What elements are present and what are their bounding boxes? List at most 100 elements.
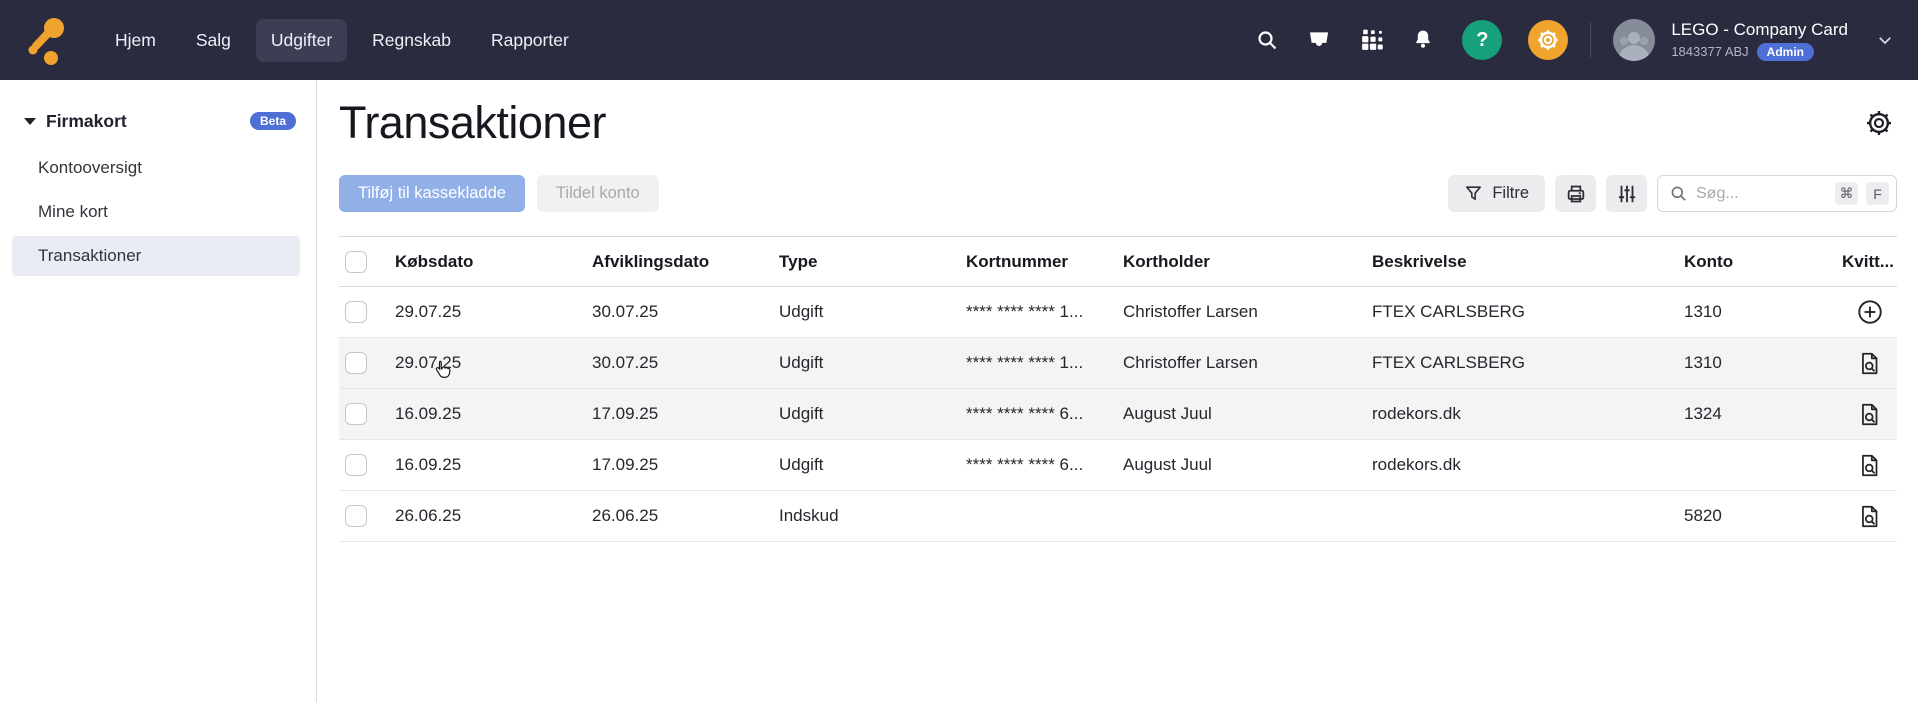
cell-kortnummer: **** **** **** 6... — [966, 455, 1123, 475]
column-header[interactable]: Afviklingsdato — [592, 252, 779, 272]
table-header-row: KøbsdatoAfviklingsdatoTypeKortnummerKort… — [339, 237, 1897, 287]
table-settings-gear-icon[interactable] — [1861, 105, 1897, 141]
settings-button[interactable] — [1528, 20, 1568, 60]
admin-badge: Admin — [1757, 43, 1814, 61]
column-header[interactable]: Type — [779, 252, 966, 272]
cell-type: Udgift — [779, 302, 966, 322]
sidebar-item-transaktioner[interactable]: Transaktioner — [12, 236, 300, 276]
view-receipt-icon[interactable] — [1857, 452, 1883, 479]
table-row[interactable]: 29.07.2530.07.25Udgift**** **** **** 1..… — [339, 338, 1897, 389]
shortcut-modifier-key: ⌘ — [1835, 182, 1858, 205]
cell-kobsdato: 16.09.25 — [395, 455, 592, 475]
beta-badge: Beta — [250, 112, 296, 130]
account-avatar[interactable] — [1613, 19, 1655, 61]
table-row[interactable]: 29.07.2530.07.25Udgift**** **** **** 1..… — [339, 287, 1897, 338]
sidebar-section-label: Firmakort — [46, 111, 250, 132]
main-nav: HjemSalgUdgifterRegnskabRapporter — [100, 19, 584, 62]
column-header[interactable]: Købsdato — [395, 252, 592, 272]
sidebar-items: KontooversigtMine kortTransaktioner — [0, 148, 316, 278]
account-info[interactable]: LEGO - Company Card 1843377 ABJ Admin — [1671, 20, 1848, 61]
cell-type: Indskud — [779, 506, 966, 526]
add-to-cashbook-button[interactable]: Tilføj til kassekladde — [339, 175, 525, 212]
filter-button[interactable]: Filtre — [1448, 175, 1545, 212]
select-all-checkbox[interactable] — [345, 251, 367, 273]
row-checkbox[interactable] — [345, 505, 367, 527]
row-checkbox[interactable] — [345, 403, 367, 425]
cell-kobsdato: 16.09.25 — [395, 404, 592, 424]
column-header[interactable]: Kortholder — [1123, 252, 1372, 272]
cell-afviklingsdato: 30.07.25 — [592, 353, 779, 373]
assign-account-button[interactable]: Tildel konto — [537, 175, 659, 212]
chevron-down-icon[interactable] — [1876, 31, 1894, 49]
cell-konto: 5820 — [1684, 506, 1842, 526]
search-icon — [1669, 184, 1688, 203]
add-receipt-icon[interactable] — [1856, 298, 1884, 326]
cell-kortnummer: **** **** **** 1... — [966, 302, 1123, 322]
inbox-icon[interactable] — [1306, 27, 1332, 53]
cell-afviklingsdato: 17.09.25 — [592, 404, 779, 424]
column-header[interactable]: Kortnummer — [966, 252, 1123, 272]
table-row[interactable]: 26.06.2526.06.25Indskud5820 — [339, 491, 1897, 542]
nav-item-udgifter[interactable]: Udgifter — [256, 19, 347, 62]
printer-icon — [1565, 183, 1587, 205]
cell-kortnummer: **** **** **** 6... — [966, 404, 1123, 424]
cell-afviklingsdato: 17.09.25 — [592, 455, 779, 475]
cell-kortholder: Christoffer Larsen — [1123, 353, 1372, 373]
cell-beskrivelse: FTEX CARLSBERG — [1372, 353, 1684, 373]
shortcut-letter-key: F — [1866, 182, 1889, 205]
row-checkbox[interactable] — [345, 301, 367, 323]
cell-type: Udgift — [779, 404, 966, 424]
table-body: 29.07.2530.07.25Udgift**** **** **** 1..… — [339, 287, 1897, 542]
cell-afviklingsdato: 26.06.25 — [592, 506, 779, 526]
cell-beskrivelse: rodekors.dk — [1372, 404, 1684, 424]
transactions-table: KøbsdatoAfviklingsdatoTypeKortnummerKort… — [339, 236, 1897, 542]
apps-grid-icon[interactable] — [1358, 27, 1384, 53]
table-row[interactable]: 16.09.2517.09.25Udgift**** **** **** 6..… — [339, 440, 1897, 491]
sidebar-item-kontooversigt[interactable]: Kontooversigt — [12, 148, 300, 188]
view-receipt-icon[interactable] — [1857, 401, 1883, 428]
sidebar-section-firmakort[interactable]: Firmakort Beta — [0, 106, 316, 136]
print-button[interactable] — [1555, 175, 1596, 212]
table-row[interactable]: 16.09.2517.09.25Udgift**** **** **** 6..… — [339, 389, 1897, 440]
view-receipt-icon[interactable] — [1857, 350, 1883, 377]
cell-beskrivelse: rodekors.dk — [1372, 455, 1684, 475]
search-box[interactable]: ⌘ F — [1657, 175, 1897, 212]
app-logo-icon[interactable] — [24, 15, 70, 65]
main-content: Transaktioner Tilføj til kassekladde Til… — [317, 80, 1918, 702]
cell-kortholder: August Juul — [1123, 455, 1372, 475]
cell-kobsdato: 26.06.25 — [395, 506, 592, 526]
account-number: 1843377 ABJ — [1671, 44, 1748, 59]
nav-item-rapporter[interactable]: Rapporter — [476, 19, 584, 62]
row-checkbox[interactable] — [345, 454, 367, 476]
sidebar: Firmakort Beta KontooversigtMine kortTra… — [0, 80, 317, 702]
column-header[interactable]: Konto — [1684, 252, 1842, 272]
cell-kobsdato: 29.07.25 — [395, 353, 592, 373]
cell-afviklingsdato: 30.07.25 — [592, 302, 779, 322]
cell-kortnummer: **** **** **** 1... — [966, 353, 1123, 373]
cell-konto: 1310 — [1684, 353, 1842, 373]
page-title: Transaktioner — [339, 97, 606, 149]
cell-kortholder: August Juul — [1123, 404, 1372, 424]
column-settings-button[interactable] — [1606, 175, 1647, 212]
sidebar-item-mine-kort[interactable]: Mine kort — [12, 192, 300, 232]
nav-item-salg[interactable]: Salg — [181, 19, 246, 62]
cell-kobsdato: 29.07.25 — [395, 302, 592, 322]
search-icon[interactable] — [1254, 27, 1280, 53]
column-header[interactable]: Kvitt... — [1842, 252, 1897, 272]
funnel-icon — [1464, 184, 1483, 203]
cell-type: Udgift — [779, 353, 966, 373]
toolbar: Tilføj til kassekladde Tildel konto Filt… — [339, 175, 1897, 212]
notifications-bell-icon[interactable] — [1410, 27, 1436, 53]
topbar-actions: ? LEGO - Company Card 1843377 ABJ Admin — [1254, 19, 1894, 61]
view-receipt-icon[interactable] — [1857, 503, 1883, 530]
sliders-icon — [1616, 183, 1638, 205]
cell-kortholder: Christoffer Larsen — [1123, 302, 1372, 322]
nav-item-hjem[interactable]: Hjem — [100, 19, 171, 62]
search-input[interactable] — [1696, 185, 1827, 203]
nav-item-regnskab[interactable]: Regnskab — [357, 19, 466, 62]
cell-konto: 1324 — [1684, 404, 1842, 424]
caret-down-icon[interactable] — [24, 118, 36, 125]
row-checkbox[interactable] — [345, 352, 367, 374]
help-button[interactable]: ? — [1462, 20, 1502, 60]
column-header[interactable]: Beskrivelse — [1372, 252, 1684, 272]
